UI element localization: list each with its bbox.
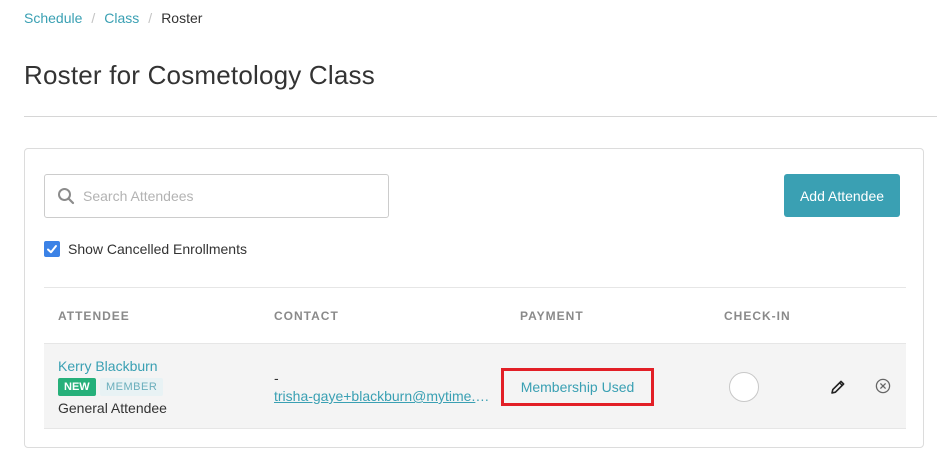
breadcrumb-link-class[interactable]: Class: [104, 10, 139, 26]
contact-email-link[interactable]: trisha-gaye+blackburn@mytime.com: [274, 388, 492, 404]
breadcrumb: Schedule / Class / Roster: [24, 10, 202, 26]
search-icon: [58, 188, 75, 205]
cancel-enrollment-icon[interactable]: [875, 378, 891, 394]
page-title: Roster for Cosmetology Class: [24, 60, 375, 90]
new-badge: NEW: [58, 378, 96, 396]
show-cancelled-checkbox[interactable]: [44, 241, 60, 257]
roster-panel: Add Attendee Show Cancelled Enrollments …: [24, 148, 924, 448]
breadcrumb-separator: /: [91, 10, 96, 26]
show-cancelled-label: Show Cancelled Enrollments: [68, 241, 247, 257]
checkmark-icon: [47, 245, 57, 254]
table-row: Kerry Blackburn NEW MEMBER General Atten…: [44, 344, 906, 429]
table-header: ATTENDEE CONTACT PAYMENT CHECK-IN: [44, 287, 906, 344]
column-header-contact: CONTACT: [274, 309, 339, 323]
attendee-type: General Attendee: [58, 400, 167, 416]
contact-phone: -: [274, 370, 279, 386]
attendee-name-link[interactable]: Kerry Blackburn: [58, 358, 158, 374]
breadcrumb-current: Roster: [161, 10, 203, 26]
search-input[interactable]: [83, 188, 373, 204]
payment-status: Membership Used: [520, 379, 635, 395]
title-divider: [24, 116, 937, 117]
breadcrumb-separator: /: [148, 10, 153, 26]
column-header-payment: PAYMENT: [520, 309, 584, 323]
add-attendee-button[interactable]: Add Attendee: [784, 174, 900, 217]
show-cancelled-toggle[interactable]: Show Cancelled Enrollments: [44, 241, 247, 257]
column-header-checkin: CHECK-IN: [724, 309, 791, 323]
breadcrumb-link-schedule[interactable]: Schedule: [24, 10, 82, 26]
column-header-attendee: ATTENDEE: [58, 309, 130, 323]
search-box[interactable]: [44, 174, 389, 218]
check-in-toggle[interactable]: [729, 372, 759, 402]
payment-status-highlight: Membership Used: [501, 368, 654, 406]
member-badge: MEMBER: [100, 378, 164, 396]
edit-pencil-icon[interactable]: [830, 379, 846, 395]
